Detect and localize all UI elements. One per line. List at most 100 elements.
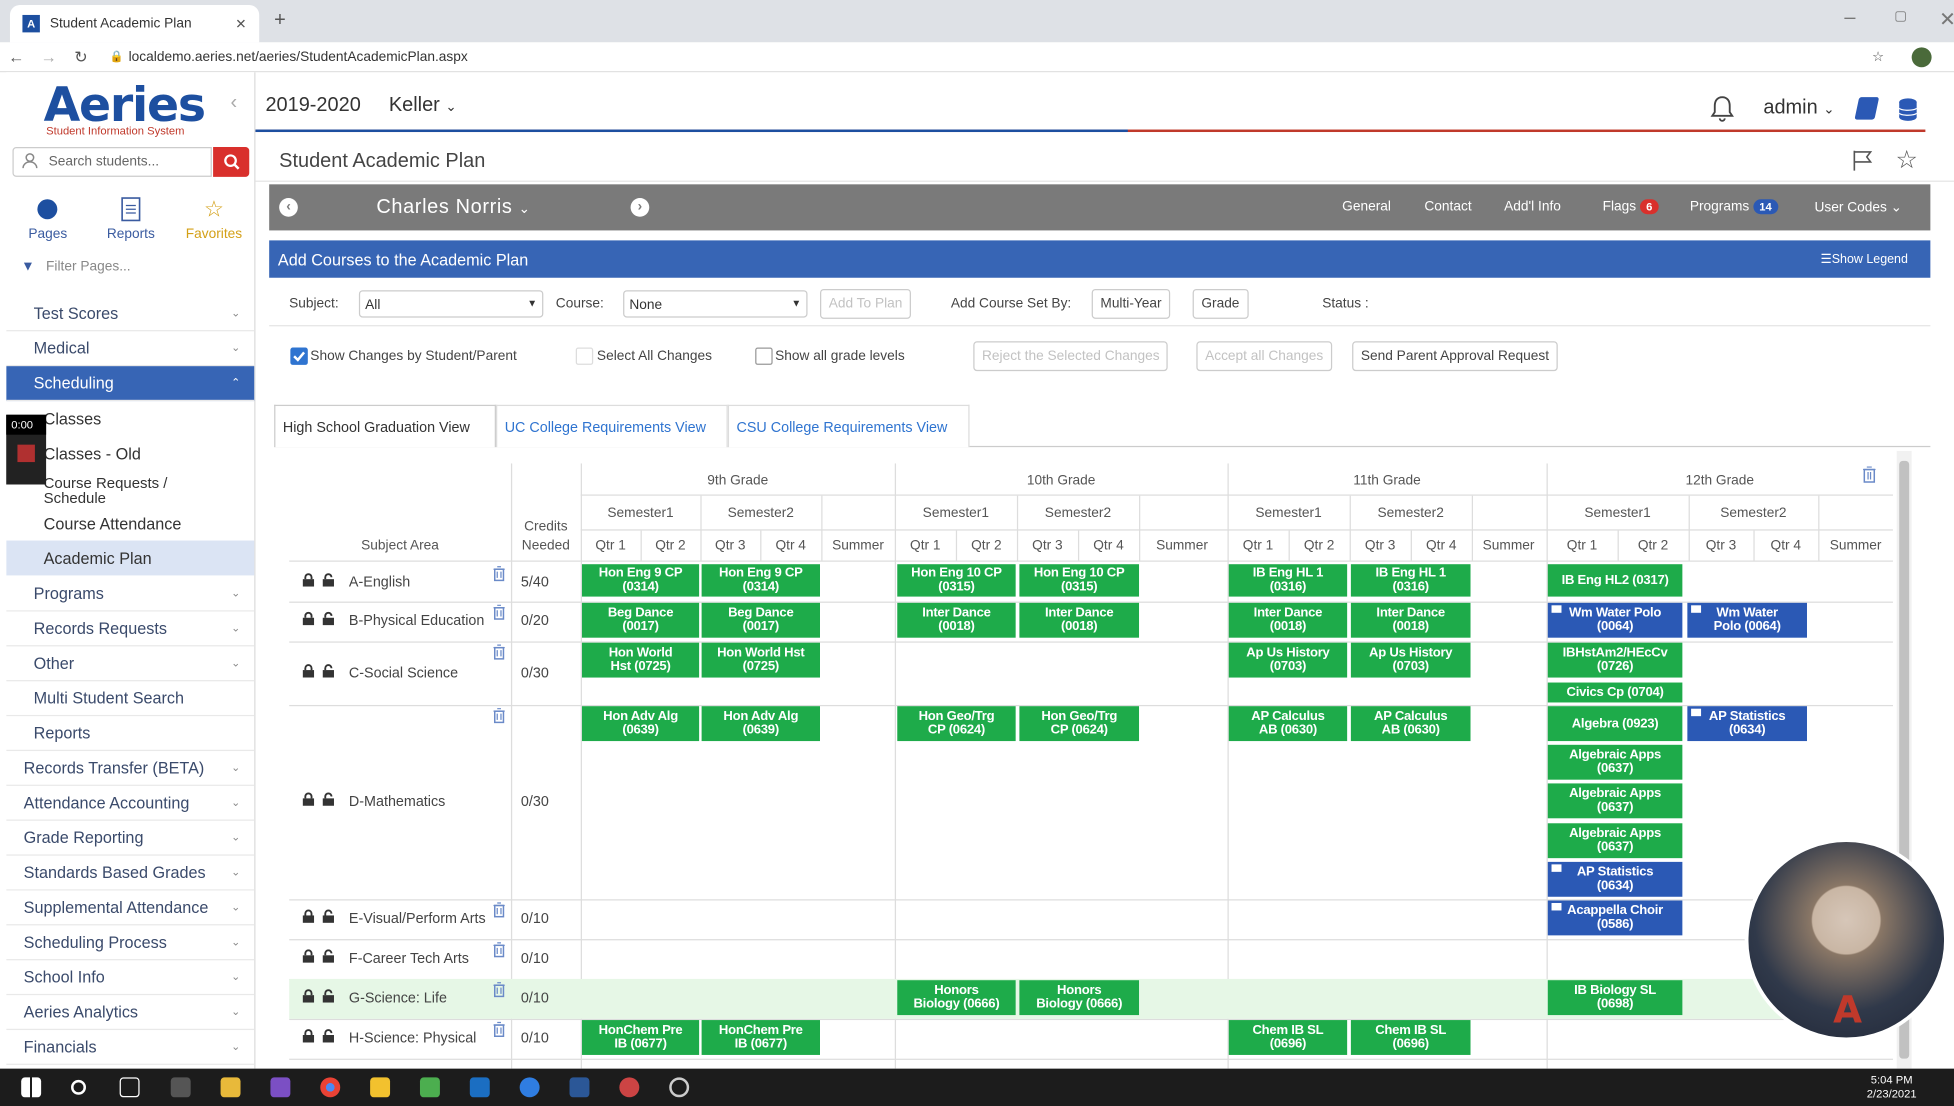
- course-block[interactable]: IB Biology SL (0698): [1547, 980, 1683, 1016]
- unlock-icon[interactable]: [322, 949, 336, 963]
- course-block[interactable]: IBHstAm2/HEcCv (0726): [1547, 642, 1683, 678]
- unlock-icon[interactable]: [322, 989, 336, 1003]
- taskbar-clock[interactable]: 5:04 PM 2/23/2021: [1867, 1074, 1917, 1101]
- trash-icon[interactable]: [492, 565, 506, 582]
- course-block[interactable]: HonChem Pre IB (0677): [701, 1020, 820, 1055]
- link-programs[interactable]: Programs 14: [1690, 199, 1778, 215]
- sidebar-item-programs[interactable]: Programs ⌄: [6, 577, 255, 612]
- course-block[interactable]: Hon World Hst (0725): [581, 642, 700, 678]
- course-block[interactable]: Beg Dance (0017): [581, 602, 700, 638]
- sidebar-item-academic-plan[interactable]: Academic Plan: [6, 540, 255, 576]
- sidebar-item-grade-reporting[interactable]: Grade Reporting ⌄: [6, 821, 255, 856]
- unlock-icon[interactable]: [322, 663, 336, 677]
- profile-avatar[interactable]: [1911, 46, 1932, 67]
- course-block[interactable]: Hon World Hst (0725): [701, 642, 820, 678]
- reject-changes-button[interactable]: Reject the Selected Changes: [973, 341, 1169, 372]
- back-icon[interactable]: ←: [0, 47, 32, 66]
- url-text[interactable]: localdemo.aeries.net/aeries/StudentAcade…: [129, 49, 1872, 64]
- course-block[interactable]: Inter Dance (0018): [1019, 602, 1140, 638]
- bookmark-star-icon[interactable]: ☆: [1872, 49, 1884, 65]
- next-student-icon[interactable]: ›: [630, 198, 650, 217]
- send-parent-approval-button[interactable]: Send Parent Approval Request: [1352, 341, 1558, 372]
- course-block[interactable]: Ap Us History (0703): [1228, 642, 1348, 678]
- course-block[interactable]: AP Statistics (0634): [1687, 706, 1807, 742]
- student-search-input[interactable]: Search students...: [12, 146, 212, 177]
- tab-pages[interactable]: Pages: [6, 189, 89, 249]
- lock-icon[interactable]: [302, 989, 316, 1003]
- browser-tab[interactable]: A Student Academic Plan ✕: [9, 4, 260, 43]
- accept-all-changes-button[interactable]: Accept all Changes: [1196, 341, 1332, 372]
- sidebar-item-multi-student-search[interactable]: Multi Student Search: [6, 681, 255, 717]
- reload-icon[interactable]: ↻: [65, 47, 97, 67]
- sidebar-item-reports[interactable]: Reports: [6, 716, 255, 752]
- course-block[interactable]: Beg Dance (0017): [701, 602, 820, 638]
- lock-icon[interactable]: [302, 572, 316, 587]
- trash-icon[interactable]: [492, 1021, 506, 1038]
- sidebar-item-test-scores[interactable]: Test Scores ⌄: [6, 296, 255, 332]
- forward-icon[interactable]: →: [32, 47, 64, 66]
- tab-uc-college-requirements[interactable]: UC College Requirements View: [495, 404, 728, 448]
- course-block[interactable]: IB Eng HL 1 (0316): [1228, 564, 1348, 597]
- sidebar-item-school-info[interactable]: School Info ⌄: [6, 960, 255, 996]
- database-icon[interactable]: [1898, 97, 1918, 122]
- new-tab-icon[interactable]: +: [274, 10, 286, 32]
- course-block[interactable]: Algebraic Apps (0637): [1547, 744, 1683, 780]
- course-block[interactable]: Algebra (0923): [1547, 706, 1683, 742]
- course-block[interactable]: Hon Geo/Trg CP (0624): [1019, 706, 1140, 742]
- unlock-icon[interactable]: [322, 611, 336, 626]
- subject-select[interactable]: All ▼: [358, 290, 544, 318]
- course-block[interactable]: Chem IB SL (0696): [1350, 1020, 1471, 1055]
- course-block[interactable]: HonChem Pre IB (0677): [581, 1020, 700, 1055]
- course-block[interactable]: Algebraic Apps (0637): [1547, 783, 1683, 819]
- sidebar-item-scheduling[interactable]: Scheduling ⌃: [6, 366, 255, 402]
- school-selector[interactable]: Keller ⌄: [389, 95, 457, 117]
- tab-csu-college-requirements[interactable]: CSU College Requirements View: [727, 404, 970, 448]
- lock-icon[interactable]: [302, 792, 316, 806]
- link-contact[interactable]: Contact: [1424, 199, 1471, 214]
- flag-icon[interactable]: [1852, 149, 1874, 171]
- select-all-changes-checkbox[interactable]: [575, 347, 594, 365]
- course-block[interactable]: Hon Adv Alg (0639): [701, 706, 820, 742]
- tab-high-school-graduation[interactable]: High School Graduation View: [274, 404, 496, 448]
- course-block[interactable]: AP Statistics (0634): [1547, 861, 1683, 897]
- sidebar-item-financials[interactable]: Financials ⌄: [6, 1030, 255, 1065]
- course-block[interactable]: Acappella Choir (0586): [1547, 900, 1683, 936]
- sidebar-item-aeries-analytics[interactable]: Aeries Analytics ⌄: [6, 995, 255, 1031]
- grade-button[interactable]: Grade: [1192, 288, 1249, 319]
- student-name-selector[interactable]: Charles Norris ⌄: [376, 197, 530, 219]
- multi-year-button[interactable]: Multi-Year: [1091, 288, 1171, 319]
- minimize-icon[interactable]: –: [1844, 7, 1855, 29]
- close-window-icon[interactable]: ✕: [1939, 7, 1954, 32]
- course-block[interactable]: Algebraic Apps (0637): [1547, 823, 1683, 859]
- windows-start-icon[interactable]: [21, 1077, 42, 1098]
- course-block[interactable]: Hon Adv Alg (0639): [581, 706, 700, 742]
- file-explorer-icon[interactable]: [220, 1077, 241, 1098]
- course-block[interactable]: Hon Eng 10 CP (0315): [897, 564, 1016, 597]
- course-block[interactable]: Honors Biology (0666): [1019, 980, 1140, 1016]
- record-stop-icon[interactable]: [17, 444, 35, 463]
- search-icon[interactable]: [71, 1079, 86, 1095]
- trash-icon[interactable]: [492, 902, 506, 918]
- lock-icon[interactable]: [302, 949, 316, 963]
- sidebar-item-records-transfer-beta[interactable]: Records Transfer (BETA) ⌄: [6, 751, 255, 786]
- show-legend-button[interactable]: ☰Show Legend: [1821, 253, 1908, 267]
- link-general[interactable]: General: [1342, 199, 1391, 214]
- todo-icon[interactable]: [519, 1077, 540, 1098]
- maximize-icon[interactable]: ▢: [1894, 7, 1907, 24]
- recording-widget[interactable]: 0:00: [6, 414, 47, 485]
- notification-bell-icon[interactable]: [1710, 95, 1735, 122]
- course-block[interactable]: Hon Eng 10 CP (0315): [1019, 564, 1140, 597]
- sidebar-item-course-attendance[interactable]: Course Attendance: [6, 506, 254, 541]
- course-block[interactable]: Ap Us History (0703): [1350, 642, 1471, 678]
- collapse-sidebar-icon[interactable]: ‹: [231, 92, 238, 114]
- link-addl-info[interactable]: Add'l Info: [1504, 199, 1561, 214]
- user-menu[interactable]: admin ⌄: [1763, 97, 1834, 119]
- notes-icon[interactable]: [1854, 97, 1880, 120]
- sidebar-item-attendance-accounting[interactable]: Attendance Accounting ⌄: [6, 786, 255, 821]
- course-block[interactable]: Inter Dance (0018): [897, 602, 1016, 638]
- course-block[interactable]: AP Calculus AB (0630): [1350, 706, 1471, 742]
- sidebar-item-records-requests[interactable]: Records Requests ⌄: [6, 612, 255, 647]
- app-window-icon[interactable]: [170, 1077, 191, 1098]
- filter-pages-input[interactable]: ▼ Filter Pages...: [21, 259, 130, 274]
- trash-icon[interactable]: [492, 644, 506, 660]
